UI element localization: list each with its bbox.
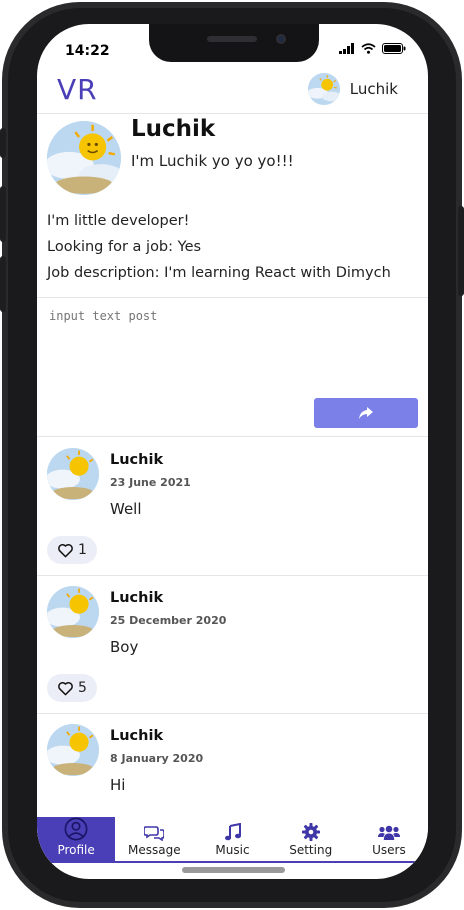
profile-name: Luchik [131, 116, 216, 142]
post-avatar [47, 724, 99, 776]
battery-icon [382, 43, 406, 54]
nav-setting-label: Setting [289, 843, 333, 857]
gear-icon [301, 823, 320, 841]
profile-avatar [47, 121, 121, 195]
mute-switch [0, 128, 6, 158]
post-author: Luchik [110, 728, 164, 744]
nav-message-label: Message [128, 843, 181, 857]
like-button[interactable]: 5 [47, 674, 97, 702]
speaker [207, 36, 257, 42]
send-post-button[interactable] [314, 398, 418, 428]
user-circle-icon [64, 817, 88, 841]
front-camera [276, 34, 286, 44]
post-date: 23 June 2021 [110, 476, 191, 489]
status-time: 14:22 [65, 43, 110, 59]
wifi-icon [361, 43, 376, 54]
header-user-name[interactable]: Luchik [350, 80, 398, 98]
home-indicator[interactable] [182, 867, 285, 873]
profile-looking-for-job: Looking for a job: Yes [47, 239, 202, 255]
signal-icon [339, 43, 354, 54]
profile-info: Luchik I'm Luchik yo yo yo!!! I'm little… [37, 114, 428, 298]
post-author: Luchik [110, 452, 164, 468]
users-icon [377, 825, 400, 840]
heart-icon [58, 543, 73, 557]
post-text: Hi [110, 776, 126, 794]
profile-about: I'm little developer! [47, 213, 190, 229]
nav-users[interactable]: Users [350, 817, 428, 861]
volume-down-button [0, 256, 6, 312]
app-logo[interactable]: VR [57, 73, 98, 106]
post-text: Well [110, 500, 142, 518]
power-button [458, 206, 464, 296]
new-post-form [37, 299, 428, 437]
post-date: 25 December 2020 [110, 614, 227, 627]
profile-status[interactable]: I'm Luchik yo yo yo!!! [131, 152, 294, 170]
share-icon [359, 407, 373, 419]
app-header: VR Luchik [37, 66, 428, 114]
nav-profile-label: Profile [57, 843, 95, 857]
nav-message[interactable]: Message [115, 817, 193, 861]
status-icons [339, 43, 406, 54]
like-count: 5 [78, 680, 87, 696]
nav-profile[interactable]: Profile [37, 817, 116, 861]
music-note-icon [224, 823, 241, 841]
volume-up-button [0, 186, 6, 242]
profile-details: I'm little developer! Looking for a job:… [47, 208, 391, 286]
post-item: Luchik 23 June 2021 Well 1 [37, 438, 428, 576]
app-screen: 14:22 VR Luchik Luchik I'm Luchik yo yo … [37, 24, 428, 879]
post-avatar [47, 586, 99, 638]
notch [149, 24, 319, 62]
post-author: Luchik [110, 590, 164, 606]
post-item: Luchik 25 December 2020 Boy 5 [37, 576, 428, 714]
header-avatar[interactable] [307, 73, 340, 105]
heart-icon [58, 681, 73, 695]
post-date: 8 January 2020 [110, 752, 204, 765]
nav-setting[interactable]: Setting [272, 817, 350, 861]
like-button[interactable]: 1 [47, 536, 97, 564]
post-text: Boy [110, 638, 139, 656]
like-count: 1 [78, 542, 87, 558]
nav-music-label: Music [215, 843, 250, 857]
header-user[interactable]: Luchik [307, 73, 398, 105]
post-text-input[interactable] [47, 307, 419, 387]
chat-icon [144, 826, 165, 841]
nav-music[interactable]: Music [193, 817, 271, 861]
nav-users-label: Users [372, 843, 406, 857]
profile-job-description: Job description: I'm learning React with… [47, 265, 391, 281]
bottom-nav: Profile Message Music Setting Users [37, 817, 428, 863]
post-avatar [47, 448, 99, 500]
